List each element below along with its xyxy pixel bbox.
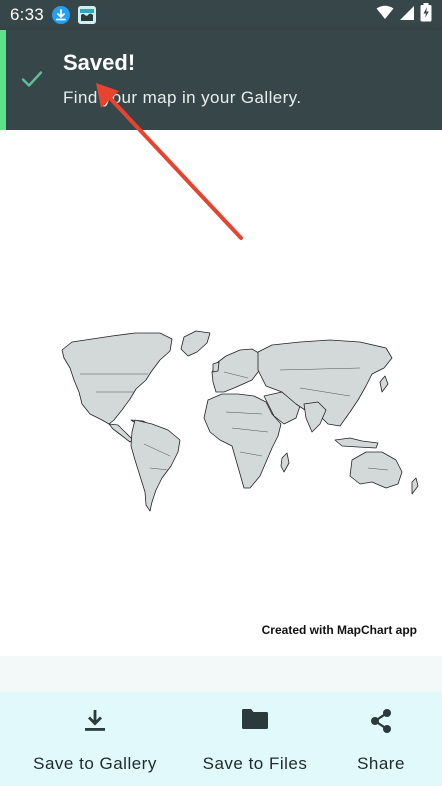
toast-message: Find your map in your Gallery. <box>63 88 302 107</box>
saved-toast: Saved! Find your map in your Gallery. <box>0 30 442 130</box>
map-divider-strip <box>0 656 442 692</box>
save-to-gallery-label: Save to Gallery <box>33 754 157 773</box>
map-preview: Created with MapChart app <box>0 130 442 656</box>
download-icon <box>84 708 106 752</box>
map-region-greenland <box>180 330 211 357</box>
map-credit-text: Created with MapChart app <box>261 623 417 637</box>
download-notification-icon <box>51 6 70 24</box>
status-bar: 6:33 <box>0 0 442 30</box>
map-region-new-zealand <box>411 477 419 495</box>
map-region-north-america <box>61 332 173 425</box>
share-icon <box>369 708 393 752</box>
status-time: 6:33 <box>10 5 44 24</box>
toast-accent-bar <box>0 30 6 130</box>
world-map <box>61 330 419 512</box>
map-region-australia <box>349 451 403 489</box>
save-to-files-label: Save to Files <box>202 754 308 773</box>
map-region-madagascar <box>280 452 290 473</box>
map-region-south-america <box>130 419 181 512</box>
map-region-british-isles <box>212 361 220 373</box>
check-icon <box>21 70 43 93</box>
map-region-central-america <box>108 423 134 443</box>
wifi-icon <box>376 5 394 25</box>
save-to-gallery-button[interactable]: Save to Gallery <box>25 692 165 786</box>
mapchart-app-notification-icon <box>77 6 96 24</box>
map-region-africa <box>203 393 282 489</box>
save-to-files-button[interactable]: Save to Files <box>190 692 320 786</box>
map-region-europe <box>211 348 266 393</box>
bottom-action-bar: Save to Gallery Save to Files Share <box>0 692 442 786</box>
map-region-indonesia <box>334 437 379 449</box>
share-label: Share <box>357 754 405 773</box>
battery-charging-icon <box>420 3 432 27</box>
folder-icon <box>241 708 269 752</box>
cellular-signal-icon <box>400 5 414 25</box>
map-region-japan <box>379 375 389 393</box>
share-button[interactable]: Share <box>340 692 422 786</box>
map-region-india <box>303 401 327 433</box>
toast-title: Saved! <box>63 50 136 75</box>
